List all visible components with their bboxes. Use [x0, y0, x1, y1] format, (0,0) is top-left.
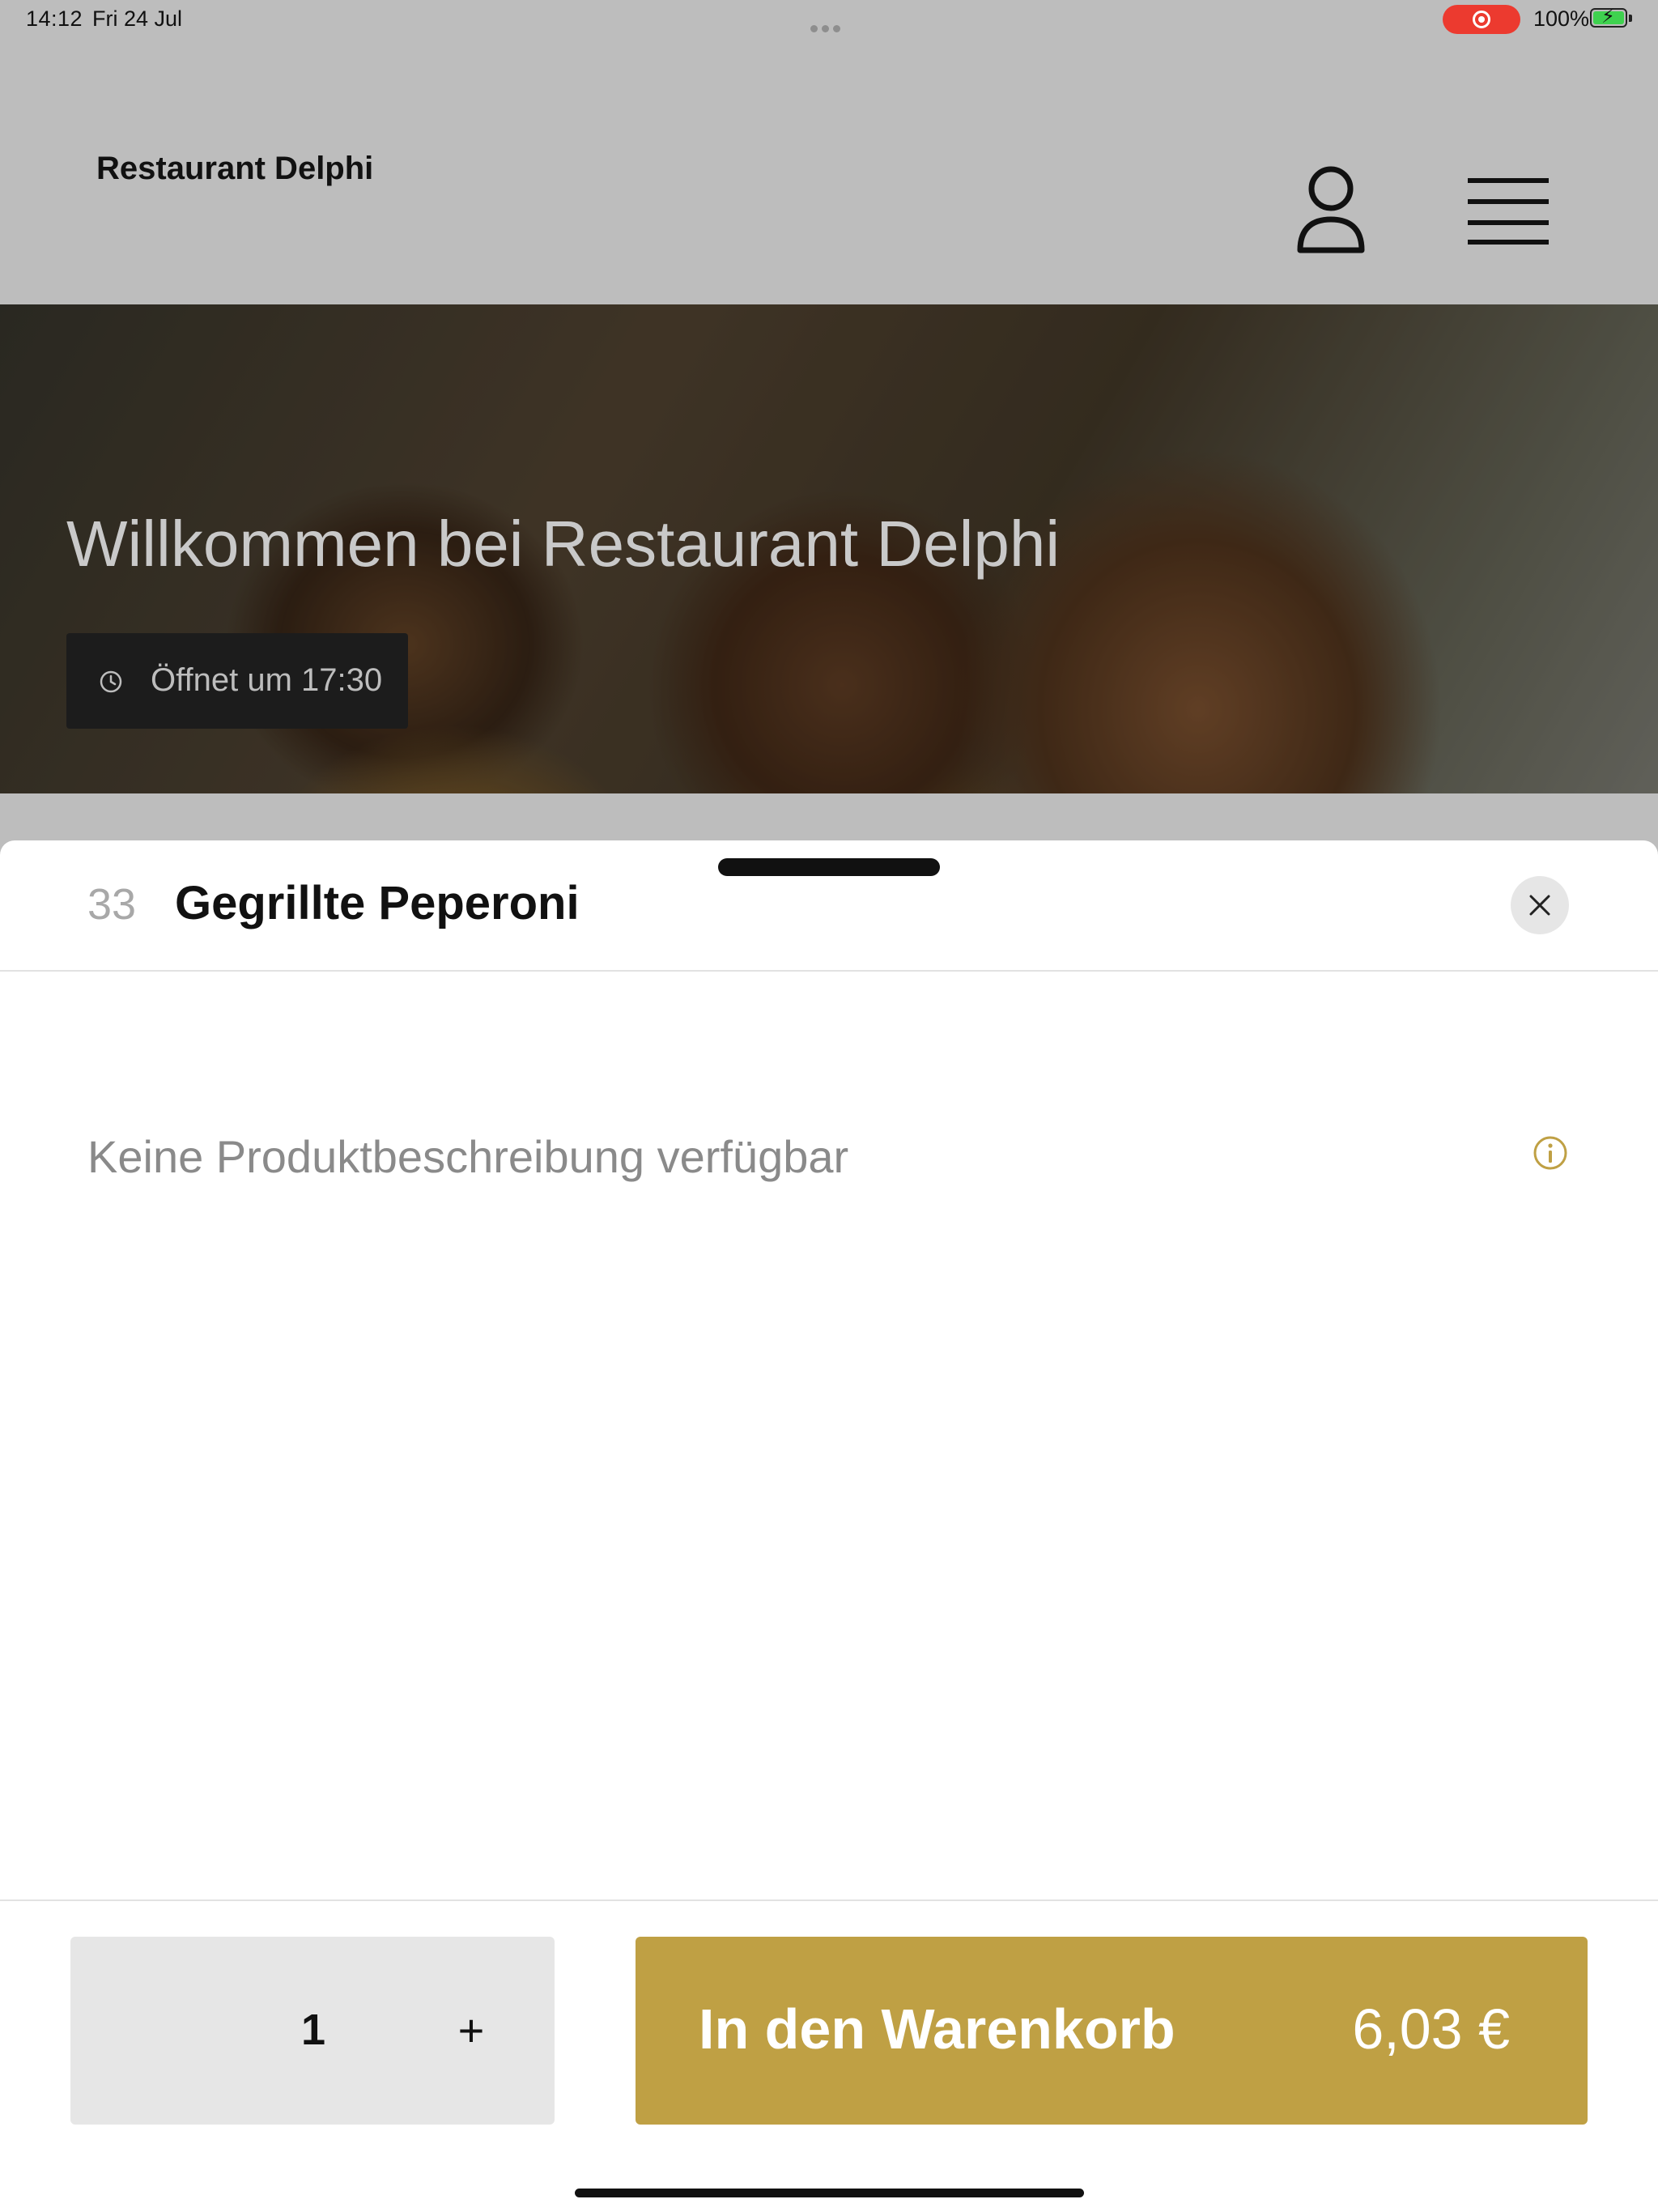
quantity-value: 1 [300, 2006, 326, 2054]
product-title: Gegrillte Peperoni [175, 877, 580, 929]
opening-hours-badge: Öffnet um 17:30 [66, 633, 408, 729]
status-time: 14:12 [26, 6, 83, 31]
quantity-stepper: 1 + [70, 1937, 555, 2125]
hero-banner: Willkommen bei Restaurant Delphi Öffnet … [0, 304, 1658, 793]
add-to-cart-label: In den Warenkorb [699, 1997, 1175, 2061]
menu-icon[interactable] [1468, 177, 1549, 250]
product-sheet: 33 Gegrillte Peperoni Keine Produktbesch… [0, 840, 1658, 2212]
battery-cap [1629, 15, 1632, 22]
product-number: 33 [87, 880, 137, 929]
battery-icon: ⚡ [1590, 7, 1627, 28]
brand-name[interactable]: Restaurant Delphi [96, 151, 373, 187]
product-description: Keine Produktbeschreibung verfügbar [87, 1131, 849, 1182]
hero-title: Willkommen bei Restaurant Delphi [66, 508, 1061, 580]
sheet-header-divider [0, 970, 1658, 972]
multitasking-dots-icon[interactable] [810, 13, 846, 32]
sheet-grabber[interactable] [718, 858, 940, 876]
increment-button[interactable]: + [443, 1998, 500, 2063]
user-icon[interactable] [1294, 164, 1368, 259]
add-to-cart-button[interactable]: In den Warenkorb 6,03 € [636, 1937, 1588, 2125]
home-indicator[interactable] [575, 2189, 1084, 2197]
opening-hours-text: Öffnet um 17:30 [151, 662, 383, 698]
status-bar: 14:12 Fri 24 Jul 100% ⚡ [0, 0, 1658, 39]
battery-percentage: 100% [1533, 6, 1590, 31]
close-button[interactable] [1511, 876, 1569, 934]
info-icon[interactable] [1533, 1135, 1568, 1175]
close-icon [1529, 895, 1550, 916]
product-price: 6,03 € [1352, 1997, 1510, 2061]
status-date: Fri 24 Jul [92, 6, 183, 31]
clock-icon [99, 670, 123, 698]
screen-recording-icon[interactable] [1443, 5, 1520, 34]
app-header: Restaurant Delphi [0, 39, 1658, 304]
footer-divider [0, 1899, 1658, 1901]
